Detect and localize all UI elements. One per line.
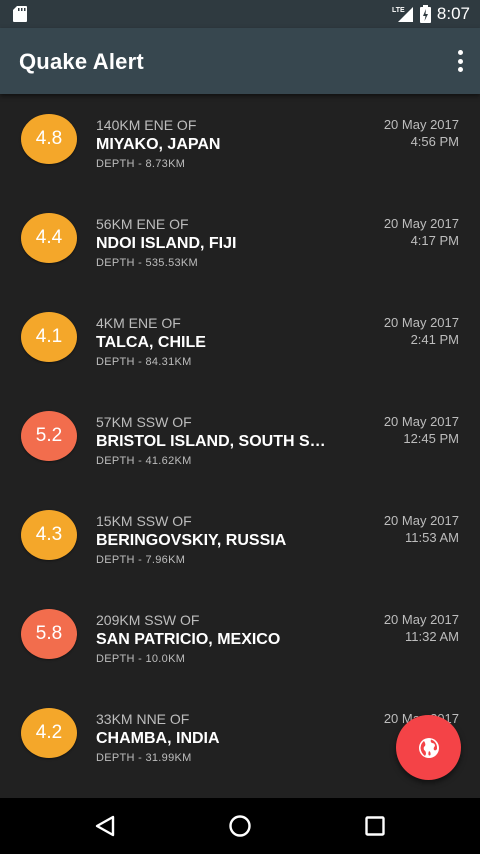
quake-offset: 140KM ENE OF xyxy=(96,117,197,133)
magnitude-badge: 4.4 xyxy=(21,213,77,263)
battery-charging-icon xyxy=(419,5,431,23)
network-label: LTE xyxy=(392,7,405,14)
quake-place: TALCA, CHILE xyxy=(96,334,206,351)
quake-place: BRISTOL ISLAND, SOUTH SAN... xyxy=(96,433,336,450)
app-title: Quake Alert xyxy=(19,49,144,74)
sd-card-icon xyxy=(13,6,27,22)
quake-depth: DEPTH - 84.31KM xyxy=(96,356,192,368)
quake-list[interactable]: 4.8 140KM ENE OF MIYAKO, JAPAN DEPTH - 8… xyxy=(0,94,480,798)
magnitude-badge: 5.8 xyxy=(21,609,77,659)
quake-row[interactable]: 4.8 140KM ENE OF MIYAKO, JAPAN DEPTH - 8… xyxy=(0,94,480,193)
quake-date: 20 May 2017 xyxy=(383,117,459,132)
clock: 8:07 xyxy=(436,4,470,23)
lte-signal-icon: LTE xyxy=(392,7,413,22)
quake-date: 20 May 2017 xyxy=(383,612,459,627)
quake-time: 12:45 PM xyxy=(403,431,459,446)
overflow-menu-icon[interactable] xyxy=(454,48,466,74)
quake-date: 20 May 2017 xyxy=(383,216,459,231)
quake-time: 4:56 PM xyxy=(410,134,459,149)
quake-date: 20 May 2017 xyxy=(383,315,459,330)
app-bar: Quake Alert xyxy=(0,28,480,94)
quake-depth: DEPTH - 7.96KM xyxy=(96,554,186,566)
quake-row[interactable]: 4.4 56KM ENE OF NDOI ISLAND, FIJI DEPTH … xyxy=(0,193,480,292)
quake-time: 11:53 AM xyxy=(405,530,459,545)
magnitude-badge: 4.3 xyxy=(21,510,77,560)
quake-offset: 56KM ENE OF xyxy=(96,216,189,232)
back-icon xyxy=(95,815,115,837)
recents-button[interactable] xyxy=(361,812,389,840)
quake-place: CHAMBA, INDIA xyxy=(96,730,220,747)
quake-place: NDOI ISLAND, FIJI xyxy=(96,235,237,252)
quake-offset: 209KM SSW OF xyxy=(96,612,200,628)
quake-time: 2:41 PM xyxy=(410,332,459,347)
quake-date: 20 May 2017 xyxy=(383,513,459,528)
quake-offset: 4KM ENE OF xyxy=(96,315,181,331)
quake-place: BERINGOVSKIY, RUSSIA xyxy=(96,532,287,549)
quake-date: 20 May 2017 xyxy=(383,414,459,429)
quake-row[interactable]: 5.2 57KM SSW OF BRISTOL ISLAND, SOUTH SA… xyxy=(0,391,480,490)
quake-offset: 57KM SSW OF xyxy=(96,414,192,430)
quake-offset: 33KM NNE OF xyxy=(96,711,190,727)
magnitude-badge: 4.2 xyxy=(21,708,77,758)
magnitude-badge: 5.2 xyxy=(21,411,77,461)
quake-row[interactable]: 4.3 15KM SSW OF BERINGOVSKIY, RUSSIA DEP… xyxy=(0,490,480,589)
map-fab-button[interactable] xyxy=(396,715,461,780)
globe-icon xyxy=(418,737,439,758)
quake-depth: DEPTH - 31.99KM xyxy=(96,752,192,764)
quake-depth: DEPTH - 41.62KM xyxy=(96,455,192,467)
quake-place: SAN PATRICIO, MEXICO xyxy=(96,631,281,648)
quake-place: MIYAKO, JAPAN xyxy=(96,136,221,153)
recents-icon xyxy=(365,816,385,836)
home-icon xyxy=(229,815,251,837)
quake-depth: DEPTH - 535.53KM xyxy=(96,257,199,269)
quake-row[interactable]: 5.8 209KM SSW OF SAN PATRICIO, MEXICO DE… xyxy=(0,589,480,688)
quake-offset: 15KM SSW OF xyxy=(96,513,192,529)
magnitude-badge: 4.8 xyxy=(21,114,77,164)
quake-row[interactable]: 4.1 4KM ENE OF TALCA, CHILE DEPTH - 84.3… xyxy=(0,292,480,391)
home-button[interactable] xyxy=(226,812,254,840)
quake-depth: DEPTH - 10.0KM xyxy=(96,653,186,665)
navigation-bar xyxy=(0,798,480,854)
back-button[interactable] xyxy=(91,812,119,840)
quake-depth: DEPTH - 8.73KM xyxy=(96,158,186,170)
status-bar: LTE 8:07 xyxy=(0,0,480,28)
magnitude-badge: 4.1 xyxy=(21,312,77,362)
quake-time: 4:17 PM xyxy=(410,233,459,248)
quake-time: 11:32 AM xyxy=(405,629,459,644)
